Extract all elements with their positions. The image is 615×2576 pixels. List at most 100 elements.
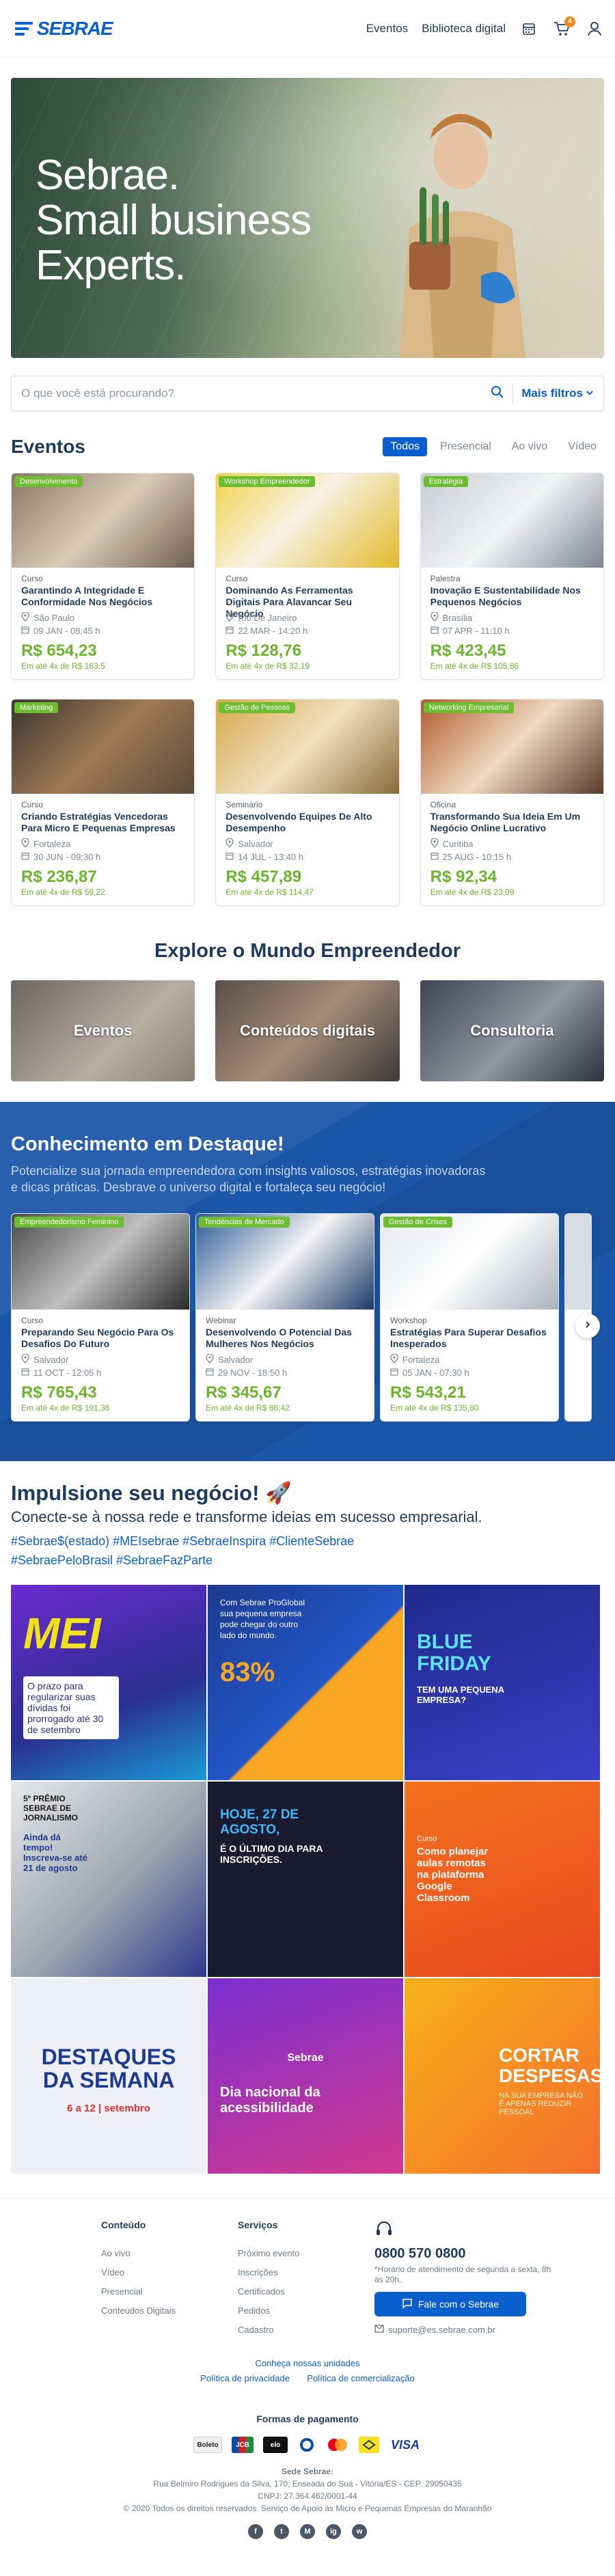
post-acessibilidade[interactable]: Sebrae Dia nacional da acessibilidade xyxy=(208,1978,403,2174)
hashtags-line-1[interactable]: #Sebrae$(estado) #MEIsebrae #SebraeInspi… xyxy=(11,1532,604,1551)
more-filters-button[interactable]: Mais filtros xyxy=(521,387,594,400)
event-date: 07 APR - 11:10 h xyxy=(430,626,594,636)
carousel-next-button[interactable] xyxy=(575,1314,600,1338)
event-card[interactable]: Estratégia Palestra Inovação E Sustentab… xyxy=(420,473,604,680)
footer-link-presencial[interactable]: Presencial xyxy=(101,2286,238,2297)
event-price: R$ 765,43 xyxy=(21,1383,97,1402)
cart-icon[interactable]: 4 xyxy=(552,16,575,38)
knowledge-carousel: Empreendedorismo Feminino Curso Preparan… xyxy=(11,1213,604,1422)
events-row-1: Desenvolvimento Curso Garantindo A Integ… xyxy=(11,473,604,680)
post-cortar-despesas[interactable]: CORTAR DESPESAS NA SUA EMPRESA NÃO É APE… xyxy=(405,1978,600,2174)
post-title: Como planejar aulas remotas na plataform… xyxy=(417,1846,489,1904)
event-card-image: Workshop Empreendedor xyxy=(216,473,399,568)
whatsapp-icon[interactable]: w xyxy=(352,2524,367,2539)
event-location: Curitiba xyxy=(430,837,594,850)
event-installments: Em até 4x de R$ 191,36 xyxy=(21,1403,110,1413)
event-date: 29 NOV - 18:50 h xyxy=(206,1368,364,1378)
footer-link-privacidade[interactable]: Política de privacidade xyxy=(200,2373,290,2383)
events-row-2: Marketing Curso Criando Estratégias Venc… xyxy=(11,699,604,906)
explore-eventos-tile[interactable]: Eventos xyxy=(11,980,195,1081)
event-type: Curso xyxy=(226,574,248,583)
post-blue-friday[interactable]: BLUE FRIDAY TEM UMA PEQUENA EMPRESA? xyxy=(405,1585,600,1780)
event-card[interactable]: Tendências de Mercado Webinar Desenvolve… xyxy=(195,1213,374,1422)
sebrae-logo[interactable]: SEBRAE xyxy=(15,18,113,40)
post-title: Dia nacional da acessibilidade xyxy=(220,2085,320,2116)
footer-link-unidades[interactable]: Conheça nossas unidades xyxy=(0,2356,615,2371)
event-card-image: Desenvolvimento xyxy=(12,473,195,568)
post-premio-jornalismo[interactable]: 5º PRÊMIO SEBRAE DE JORNALISMO Ainda dá … xyxy=(11,1782,206,1977)
footer-link-inscricoes[interactable]: Inscrições xyxy=(238,2267,374,2277)
event-card[interactable]: Empreendedorismo Feminino Curso Preparan… xyxy=(11,1213,190,1422)
event-location: Salvador xyxy=(226,837,389,850)
impulse-title: Impulsione seu negócio! 🚀 xyxy=(11,1481,292,1505)
event-type: Webinar xyxy=(206,1316,236,1325)
calendar-icon[interactable] xyxy=(519,19,538,38)
impulse-subtitle: Conecte-se à nossa rede e transforme ide… xyxy=(11,1508,482,1525)
event-title: Preparando Seu Negócio Para Os Desafios … xyxy=(21,1327,174,1349)
post-text: 6 a 12 | setembro xyxy=(67,2103,150,2114)
elo-icon: elo xyxy=(263,2437,288,2453)
post-destaques[interactable]: DESTAQUES DA SEMANA 6 a 12 | setembro xyxy=(11,1978,206,2174)
post-google-classroom[interactable]: Curso Como planejar aulas remotas na pla… xyxy=(405,1782,600,1977)
event-card-image: Tendências de Mercado xyxy=(196,1214,374,1310)
footer-link-pedidos[interactable]: Pedidos xyxy=(238,2305,374,2316)
footer-link-conteudos-digitais[interactable]: Conteúdos Digitais xyxy=(101,2305,238,2316)
footer-email[interactable]: suporte@es.sebrae.com.br xyxy=(374,2325,552,2335)
medium-icon[interactable]: M xyxy=(300,2524,315,2539)
explore-conteudos-tile[interactable]: Conteúdos digitais xyxy=(215,980,400,1081)
explore-consultoria-tile[interactable]: Consultoria xyxy=(420,980,604,1081)
footer-link-cadastro[interactable]: Cadastro xyxy=(238,2325,374,2335)
event-installments: Em até 4x de R$ 32,19 xyxy=(226,661,310,671)
social-posts-grid: MEI O prazo para regularizar suas dívida… xyxy=(11,1585,604,2174)
facebook-icon[interactable]: f xyxy=(248,2524,263,2539)
event-card[interactable]: Gestão de Pessoas Seminário Desenvolvend… xyxy=(215,699,400,906)
user-icon[interactable] xyxy=(585,19,604,38)
logo-mark-icon xyxy=(15,20,33,38)
event-card[interactable]: Workshop Empreendedor Curso Dominando As… xyxy=(215,473,400,680)
event-city: São Paulo xyxy=(33,613,74,623)
post-title: 5º PRÊMIO SEBRAE DE JORNALISMO xyxy=(23,1794,79,1823)
calendar-small-icon xyxy=(430,852,439,862)
tab-presencial[interactable]: Presencial xyxy=(433,437,499,456)
event-card-image: Empreendedorismo Feminino xyxy=(12,1214,189,1310)
nav-biblioteca-digital[interactable]: Biblioteca digital xyxy=(422,22,506,36)
cnpj-text: CNPJ: 27.364.462/0001-44 xyxy=(258,2491,357,2501)
post-mei[interactable]: MEI O prazo para regularizar suas dívida… xyxy=(11,1585,206,1780)
location-pin-icon xyxy=(430,837,439,850)
event-installments: Em até 4x de R$ 23,09 xyxy=(430,887,515,897)
event-type: Seminário xyxy=(226,800,263,809)
twitter-icon[interactable]: t xyxy=(274,2524,289,2539)
event-card[interactable]: Marketing Curso Criando Estratégias Venc… xyxy=(11,699,195,906)
event-card[interactable]: Networking Empresarial Oficina Transform… xyxy=(420,699,604,906)
event-card-image: Estratégia xyxy=(420,473,603,568)
instagram-icon[interactable]: ig xyxy=(326,2524,341,2539)
event-date: 14 JUL - 13:40 h xyxy=(226,852,389,862)
fale-com-sebrae-button[interactable]: Fale com o Sebrae xyxy=(374,2292,526,2316)
search-input[interactable] xyxy=(21,387,491,400)
footer-link-ao-vivo[interactable]: Ao vivo xyxy=(101,2248,238,2258)
footer-link-comercializacao[interactable]: Política de comercialização xyxy=(307,2373,415,2383)
tab-video[interactable]: Vídeo xyxy=(560,437,604,456)
event-type: Palestra xyxy=(430,574,461,583)
event-card[interactable]: Desenvolvimento Curso Garantindo A Integ… xyxy=(11,473,195,680)
more-filters-label: Mais filtros xyxy=(521,387,583,400)
event-city: Salvador xyxy=(238,839,273,849)
post-ultimo-dia[interactable]: HOJE, 27 DE AGOSTO, É O ÚLTIMO DIA PARA … xyxy=(208,1782,403,1977)
event-city: Fortaleza xyxy=(33,839,71,849)
footer-link-certificados[interactable]: Certificados xyxy=(238,2286,374,2297)
tab-todos[interactable]: Todos xyxy=(383,437,428,456)
footer-address: Sede Sebrae: Rua Belmiro Rodrigues da Si… xyxy=(0,2465,615,2515)
event-card-image: Gestão de Crises xyxy=(381,1214,558,1310)
footer-link-video[interactable]: Vídeo xyxy=(101,2267,238,2277)
event-type: Oficina xyxy=(430,800,456,809)
footer-link-proximo-evento[interactable]: Próximo evento xyxy=(238,2248,374,2258)
hashtags-line-2[interactable]: #SebraePeloBrasil #SebraeFazParte xyxy=(11,1551,604,1570)
footer-phone[interactable]: 0800 570 0800 xyxy=(374,2246,552,2262)
event-card[interactable]: Gestão de Crises Workshop Estratégias Pa… xyxy=(380,1213,559,1422)
search-icon[interactable] xyxy=(491,385,504,402)
event-location: Salvador xyxy=(206,1353,364,1366)
event-datetime: 11 OCT - 12:05 h xyxy=(33,1368,102,1378)
nav-eventos[interactable]: Eventos xyxy=(366,22,408,36)
tab-ao-vivo[interactable]: Ao vivo xyxy=(504,437,555,456)
post-proglobal[interactable]: Com Sebrae ProGlobal sua pequena empresa… xyxy=(208,1585,403,1780)
